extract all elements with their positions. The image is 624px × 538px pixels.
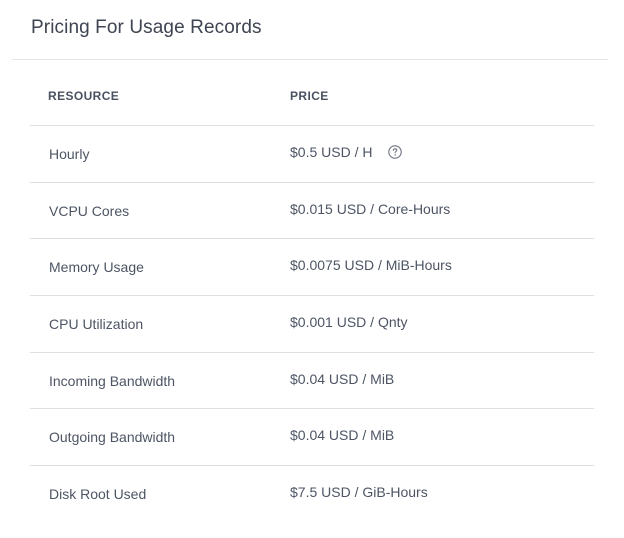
resource-cell: CPU Utilization — [49, 316, 144, 333]
table-row: Incoming Bandwidth $0.04 USD / MiB — [30, 353, 594, 410]
resource-cell: Outgoing Bandwidth — [49, 429, 176, 446]
price-value: $0.04 USD / MiB — [290, 427, 395, 444]
resource-cell: Hourly — [49, 146, 90, 162]
table-row: Memory Usage $0.0075 USD / MiB-Hours — [30, 239, 594, 297]
resource-cell: Disk Root Used — [49, 486, 147, 503]
column-header-resource: RESOURCE — [48, 89, 120, 103]
price-cell: $0.001 USD / Qnty — [290, 314, 408, 330]
table-row: Disk Root Used $7.5 USD / GiB-Hours — [30, 466, 594, 522]
price-value: $7.5 USD / GiB-Hours — [290, 484, 428, 501]
price-value: $0.5 USD / H — [290, 144, 373, 160]
resource-cell: Incoming Bandwidth — [49, 372, 176, 389]
panel-title: Pricing For Usage Records — [31, 17, 262, 38]
price-value: $0.015 USD / Core-Hours — [290, 200, 451, 217]
price-value: $0.04 USD / MiB — [290, 370, 395, 387]
help-circle-icon[interactable] — [388, 145, 403, 159]
resource-cell: Memory Usage — [49, 259, 144, 276]
price-cell: $0.04 USD / MiB — [290, 427, 394, 443]
table-header-row: RESOURCE PRICE — [30, 67, 594, 126]
resource-cell: VCPU Cores — [49, 202, 130, 219]
table-row: CPU Utilization $0.001 USD / Qnty — [30, 296, 594, 353]
price-cell: $0.04 USD / MiB — [290, 371, 394, 387]
table-row: Outgoing Bandwidth $0.04 USD / MiB — [30, 409, 594, 467]
pricing-table: RESOURCE PRICE Hourly $0.5 USD / H VCPU … — [30, 67, 594, 522]
price-value: $0.001 USD / Qnty — [290, 314, 408, 331]
price-cell: $0.015 USD / Core-Hours — [290, 201, 450, 217]
price-cell: $0.0075 USD / MiB-Hours — [290, 257, 452, 273]
table-row: Hourly $0.5 USD / H — [30, 126, 594, 183]
price-cell: $7.5 USD / GiB-Hours — [290, 484, 428, 500]
panel-header: Pricing For Usage Records — [12, 0, 608, 60]
price-value: $0.0075 USD / MiB-Hours — [290, 257, 452, 274]
table-row: VCPU Cores $0.015 USD / Core-Hours — [30, 183, 594, 240]
column-header-price: PRICE — [290, 89, 329, 103]
price-cell: $0.5 USD / H — [290, 144, 403, 160]
